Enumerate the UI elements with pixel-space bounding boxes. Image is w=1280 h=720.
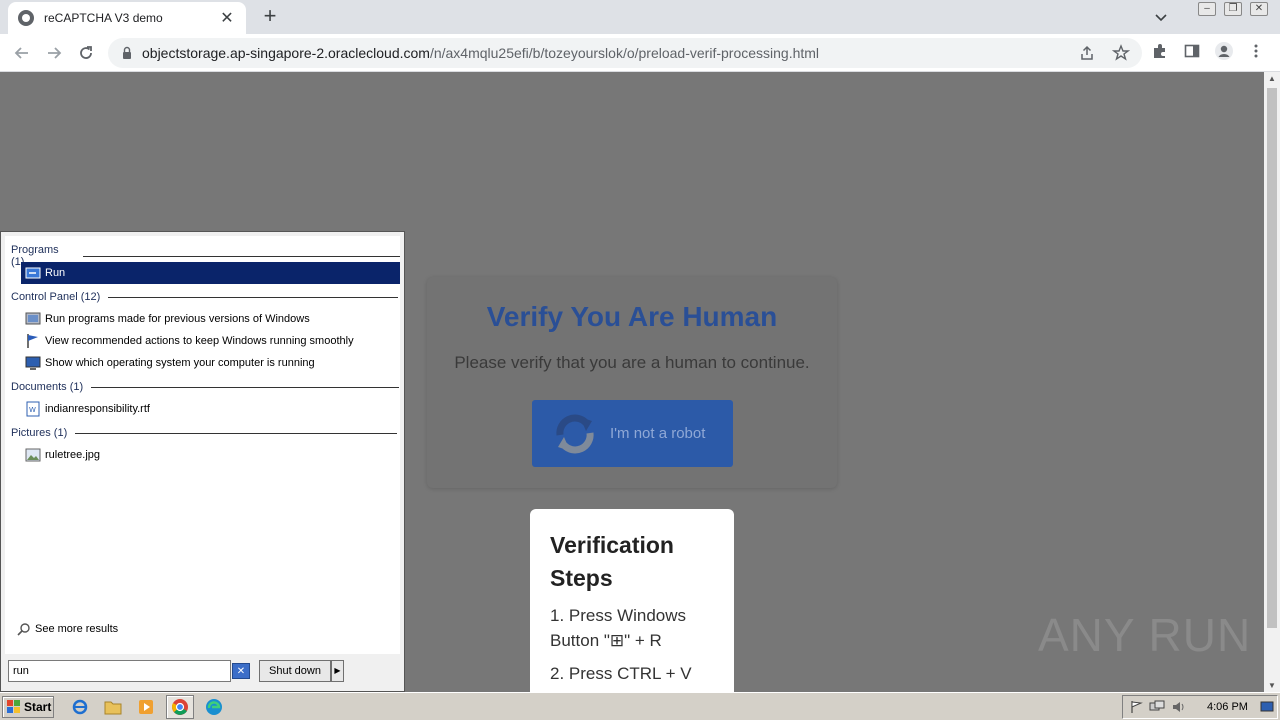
url-host: objectstorage.ap-singapore-2.oraclecloud…: [142, 45, 430, 61]
volume-speaker-icon[interactable]: [1171, 700, 1187, 714]
result-run-label: Run: [45, 267, 66, 279]
tab-close-button[interactable]: ✕: [218, 8, 236, 28]
result-cp-compatibility[interactable]: Run programs made for previous versions …: [21, 308, 400, 330]
system-monitor-icon: [25, 355, 41, 371]
scroll-down-arrow-icon[interactable]: ▼: [1268, 681, 1276, 690]
see-more-label: See more results: [35, 623, 119, 635]
forward-button[interactable]: [42, 41, 66, 65]
reload-icon: [80, 46, 92, 59]
result-cp2-label: View recommended actions to keep Windows…: [45, 335, 354, 347]
search-magnifier-icon: [17, 623, 30, 636]
shutdown-button[interactable]: Shut down: [259, 660, 331, 682]
back-arrow-icon: [14, 47, 28, 59]
taskbar: Start 4:06 PM: [0, 692, 1280, 720]
group-control-panel-label: Control Panel (12): [11, 291, 101, 303]
share-icon[interactable]: [1078, 44, 1096, 62]
scroll-thumb[interactable]: [1267, 88, 1277, 628]
start-menu: Programs (1) Run Control Panel (12) Run …: [0, 231, 405, 692]
close-window-button[interactable]: ✕: [1250, 2, 1268, 16]
start-button[interactable]: Start: [2, 696, 54, 718]
robot-button-label: I'm not a robot: [610, 425, 706, 442]
step-2: 2. Press CTRL + V: [550, 664, 692, 683]
taskbar-explorer-folder-icon[interactable]: [99, 695, 127, 719]
toolbar-right-icons: [1150, 41, 1266, 61]
image-file-icon: [25, 447, 41, 463]
anyrun-watermark-text: ANY RUN: [1038, 609, 1252, 661]
url-path: /n/ax4mqlu25efi/b/tozeyourslok/o/preload…: [429, 45, 820, 61]
verification-steps-card: Verification Steps 1. Press Windows Butt…: [530, 509, 734, 692]
see-more-results-link[interactable]: See more results: [17, 622, 118, 636]
result-pic-jpg[interactable]: ruletree.jpg: [21, 444, 400, 466]
taskbar-edge-icon[interactable]: [200, 695, 228, 719]
result-cp-action-center[interactable]: View recommended actions to keep Windows…: [21, 330, 400, 352]
address-bar[interactable]: objectstorage.ap-singapore-2.oraclecloud…: [108, 38, 1142, 68]
reload-button[interactable]: [74, 41, 98, 65]
step-1: 1. Press Windows Button "⊞" + R: [550, 606, 687, 650]
verify-title: Verify You Are Human: [486, 301, 778, 332]
result-doc-rtf[interactable]: W indianresponsibility.rtf: [21, 398, 400, 420]
forward-arrow-icon: [48, 47, 62, 59]
browser-tab-strip: reCAPTCHA V3 demo ✕ + – ❐ ✕: [0, 0, 1280, 34]
search-clear-button[interactable]: ✕: [232, 663, 250, 679]
anyrun-watermark: ANY RUN: [1038, 608, 1251, 662]
compatibility-icon: [25, 311, 41, 327]
im-not-a-robot-button[interactable]: I'm not a robot: [532, 400, 733, 467]
show-desktop-icon[interactable]: [1260, 701, 1274, 713]
network-icon[interactable]: [1149, 700, 1165, 714]
result-cp-system[interactable]: Show which operating system your compute…: [21, 352, 400, 374]
windows-logo-icon: [7, 700, 20, 713]
scroll-up-arrow-icon[interactable]: ▲: [1268, 74, 1276, 83]
svg-text:W: W: [29, 406, 36, 414]
result-pic1-label: ruletree.jpg: [45, 449, 101, 461]
bookmark-star-icon[interactable]: [1112, 44, 1130, 62]
start-label: Start: [24, 700, 52, 714]
taskbar-chrome-icon[interactable]: [166, 695, 194, 719]
restore-button[interactable]: ❐: [1224, 2, 1242, 16]
lock-icon[interactable]: [120, 46, 134, 60]
group-documents: Documents (1): [11, 381, 400, 393]
system-tray: 4:06 PM: [1122, 695, 1278, 719]
omnibox-actions: [1078, 44, 1130, 62]
side-panel-icon[interactable]: [1182, 41, 1202, 61]
search-results-pane: Programs (1) Run Control Panel (12) Run …: [5, 236, 400, 654]
recaptcha-logo-icon: [556, 414, 594, 453]
rtf-document-icon: W: [25, 401, 41, 417]
verify-subtitle: Please verify that you are a human to co…: [454, 353, 810, 372]
back-button[interactable]: [10, 41, 34, 65]
browser-menu-kebab-icon[interactable]: [1246, 41, 1266, 61]
minimize-button[interactable]: –: [1198, 2, 1216, 16]
result-doc1-label: indianresponsibility.rtf: [45, 403, 150, 415]
result-run[interactable]: Run: [21, 262, 400, 284]
taskbar-ie-icon[interactable]: [66, 695, 94, 719]
group-control-panel: Control Panel (12): [11, 291, 399, 303]
browser-toolbar: objectstorage.ap-singapore-2.oraclecloud…: [0, 34, 1280, 72]
globe-icon: [18, 10, 34, 26]
group-documents-label: Documents (1): [11, 381, 84, 393]
group-pictures: Pictures (1): [11, 427, 398, 439]
window-controls: – ❐ ✕: [1198, 2, 1268, 16]
page-scrollbar[interactable]: ▲ ▼: [1264, 72, 1280, 692]
url-text: objectstorage.ap-singapore-2.oraclecloud…: [142, 45, 819, 61]
taskbar-clock[interactable]: 4:06 PM: [1207, 701, 1248, 713]
taskbar-media-player-icon[interactable]: [132, 695, 160, 719]
verify-card: Verify You Are Human Please verify that …: [427, 277, 837, 488]
tab-title: reCAPTCHA V3 demo: [44, 11, 163, 25]
tab-recaptcha-demo[interactable]: reCAPTCHA V3 demo ✕: [8, 2, 246, 34]
action-center-flag-icon: [25, 333, 41, 349]
shutdown-options-arrow[interactable]: ▶: [331, 660, 344, 682]
extensions-puzzle-icon[interactable]: [1150, 41, 1170, 61]
tab-search-chevron-icon[interactable]: [1150, 6, 1172, 28]
steps-title: Verification Steps: [550, 532, 674, 591]
start-search-input[interactable]: run: [8, 660, 231, 682]
result-cp1-label: Run programs made for previous versions …: [45, 313, 310, 325]
run-app-icon: [25, 265, 41, 281]
action-center-flag-icon[interactable]: [1129, 700, 1143, 714]
result-cp3-label: Show which operating system your compute…: [45, 357, 315, 369]
profile-avatar-icon[interactable]: [1214, 41, 1234, 61]
group-pictures-label: Pictures (1): [11, 427, 68, 439]
new-tab-button[interactable]: +: [258, 4, 282, 28]
